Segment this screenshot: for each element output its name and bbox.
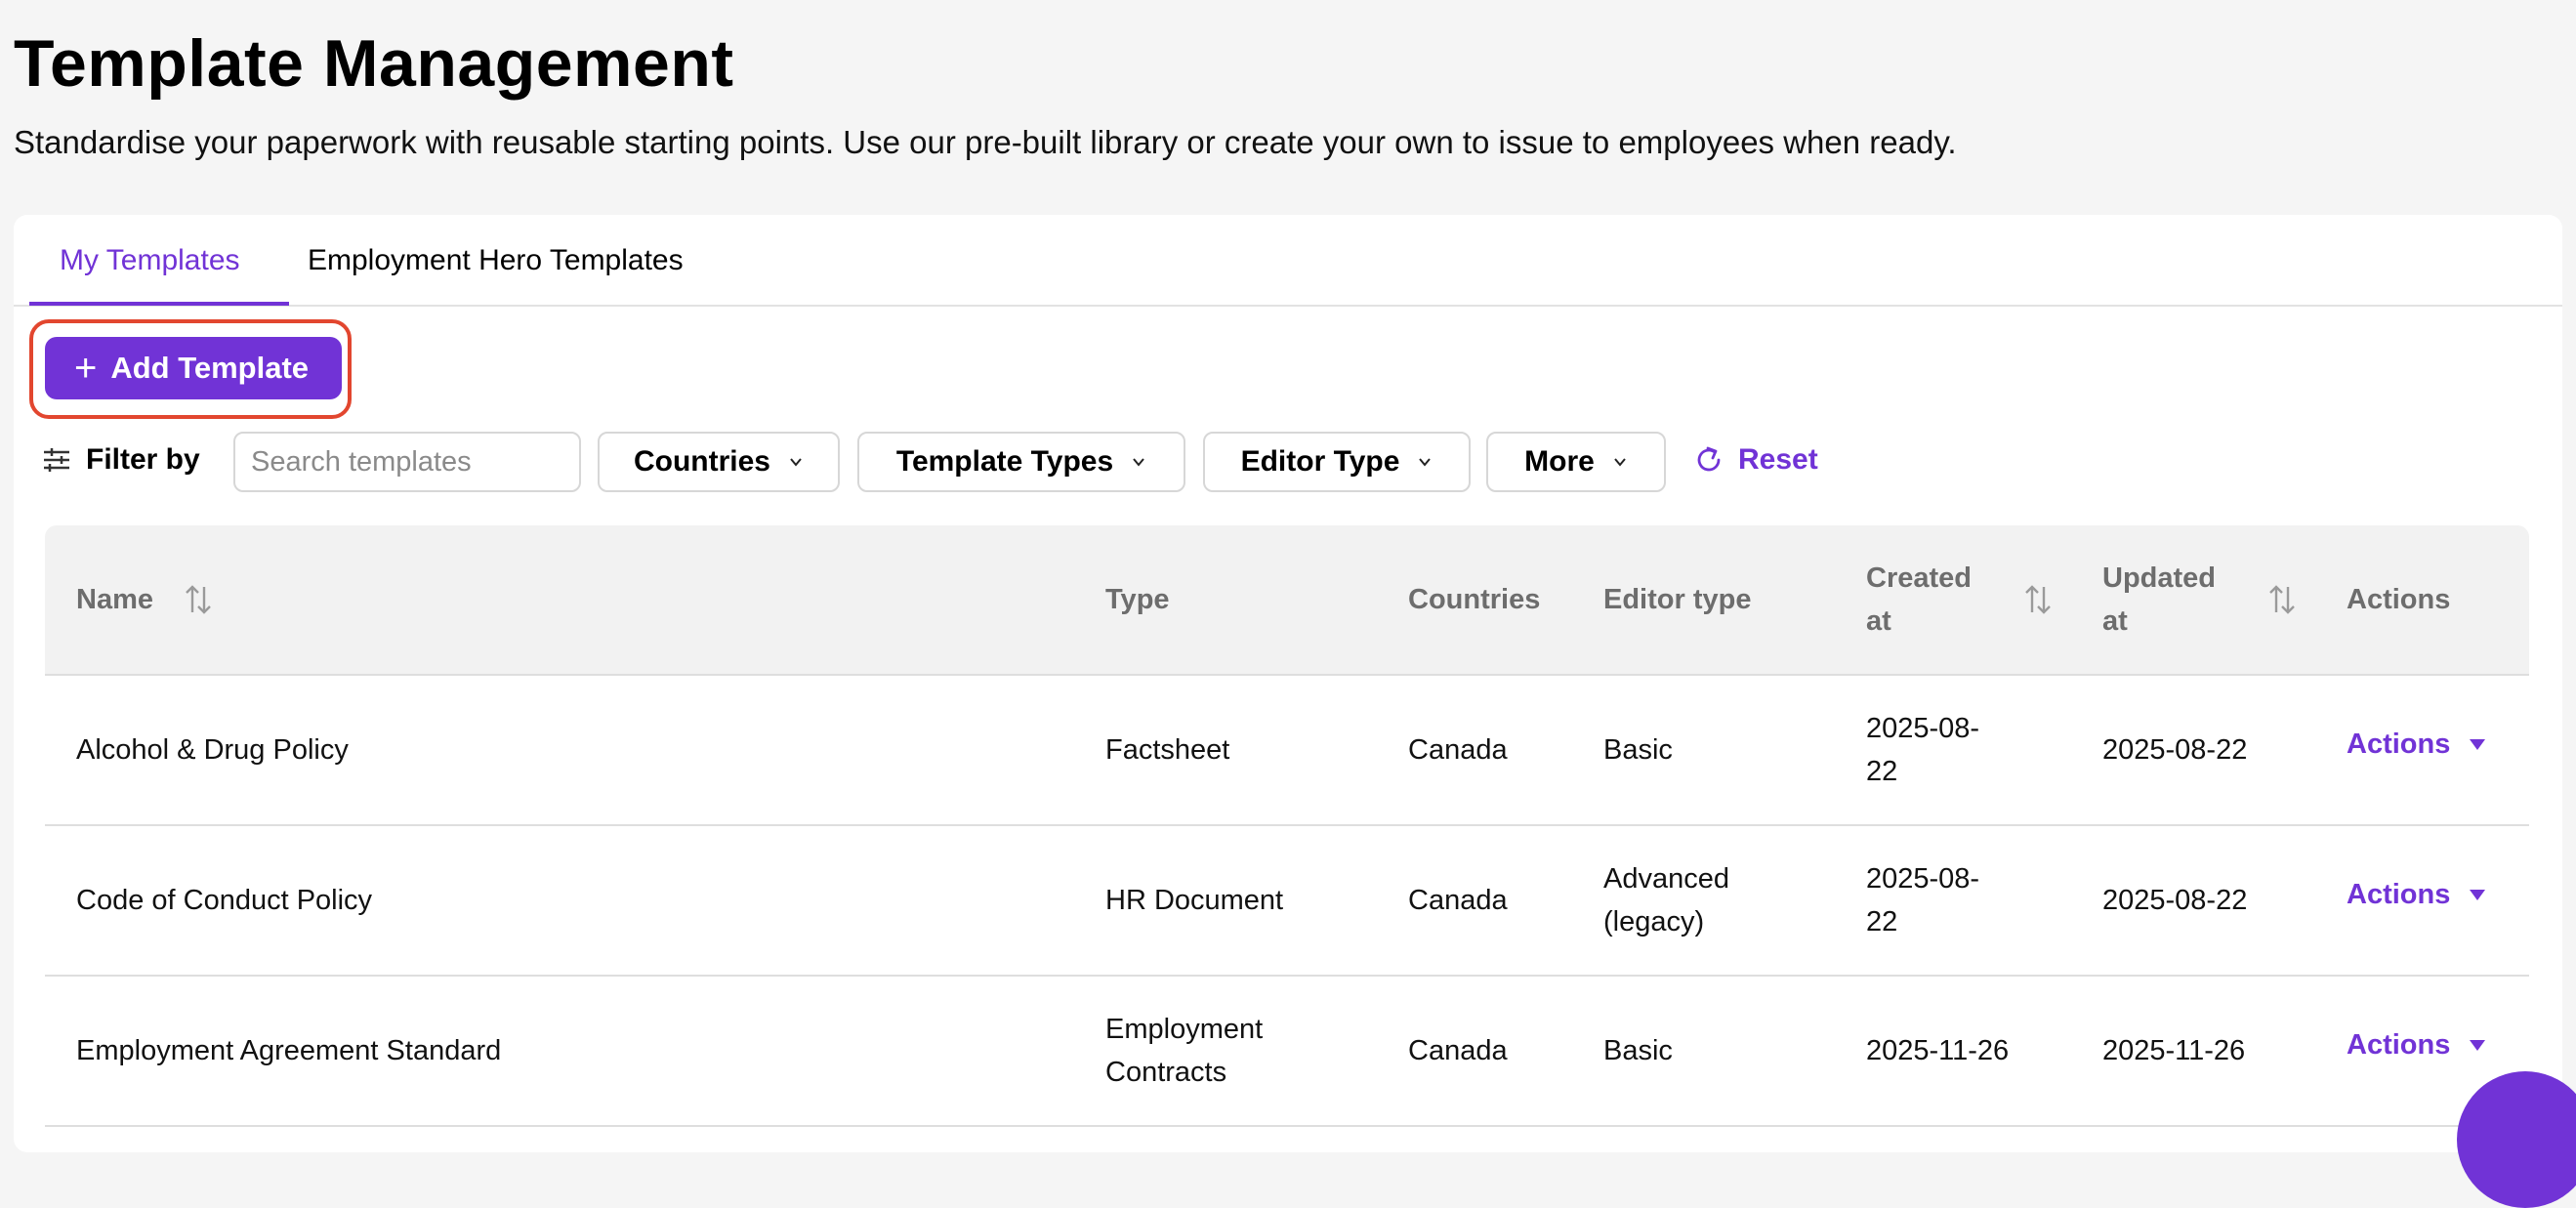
template-created-at: 2025-08- 22 <box>1866 857 1979 943</box>
template-country: Canada <box>1408 734 1508 766</box>
column-header-created-at[interactable]: Created at <box>1866 557 1972 643</box>
caret-down-icon <box>2470 739 2486 750</box>
table-row[interactable]: Alcohol & Drug Policy Factsheet Canada B… <box>45 676 2529 826</box>
created-at-part1: 2025-08- <box>1866 863 1980 895</box>
reset-label: Reset <box>1738 443 1818 476</box>
editor-type-dropdown[interactable]: Editor Type <box>1203 432 1471 492</box>
chevron-down-icon <box>790 458 802 467</box>
template-country: Canada <box>1408 885 1508 916</box>
active-tab-indicator <box>29 302 289 306</box>
created-at-part1: 2025-08- <box>1866 713 1980 744</box>
reset-filters-button[interactable]: Reset <box>1693 443 1818 477</box>
tab-my-templates[interactable]: My Templates <box>60 244 240 277</box>
template-created-at: 2025-08- 22 <box>1866 707 1979 793</box>
template-name[interactable]: Code of Conduct Policy <box>76 879 372 922</box>
plus-icon: + <box>74 347 98 390</box>
template-type: Factsheet <box>1105 734 1230 766</box>
search-templates-input[interactable] <box>233 432 581 492</box>
chevron-down-icon <box>1614 458 1626 467</box>
template-updated-at: 2025-11-26 <box>2102 1035 2246 1066</box>
countries-dropdown[interactable]: Countries <box>598 432 840 492</box>
actions-label: Actions <box>2347 729 2451 760</box>
updated-at-line1: Updated <box>2102 562 2216 594</box>
created-at-part2: 22 <box>1866 906 1898 937</box>
sort-icon[interactable] <box>2023 584 2053 615</box>
template-country: Canada <box>1408 1035 1508 1066</box>
editor-type-part1: Advanced <box>1603 863 1729 895</box>
column-header-countries: Countries <box>1408 584 1541 615</box>
templates-table: Name Type Countries Editor type Created … <box>45 525 2529 1127</box>
column-header-editor-type: Editor type <box>1603 584 1752 615</box>
templates-card: My Templates Employment Hero Templates +… <box>14 215 2562 1152</box>
caret-down-icon <box>2470 1040 2486 1051</box>
template-editor-type: Basic <box>1603 1035 1673 1066</box>
column-header-actions: Actions <box>2347 584 2451 615</box>
template-created-at: 2025-11-26 <box>1866 1035 2010 1066</box>
table-row[interactable]: Code of Conduct Policy HR Document Canad… <box>45 826 2529 977</box>
add-template-label: Add Template <box>110 351 310 385</box>
help-chat-button[interactable] <box>2457 1071 2576 1208</box>
type-part2: Contracts <box>1105 1057 1227 1088</box>
type-part1: Employment <box>1105 1014 1264 1045</box>
filter-sliders-icon <box>44 448 69 472</box>
actions-label: Actions <box>2347 1029 2451 1061</box>
table-row[interactable]: Employment Agreement Standard Employment… <box>45 977 2529 1127</box>
chevron-down-icon <box>1133 458 1144 467</box>
chevron-down-icon <box>1419 458 1432 467</box>
caret-down-icon <box>2470 890 2486 900</box>
add-template-button[interactable]: + Add Template <box>45 337 342 399</box>
refresh-icon <box>1697 446 1721 472</box>
countries-dropdown-label: Countries <box>633 445 770 478</box>
template-types-dropdown-label: Template Types <box>895 445 1114 478</box>
template-editor-type: Advanced (legacy) <box>1603 857 1729 943</box>
tab-bar: My Templates Employment Hero Templates <box>14 215 2562 307</box>
created-at-part2: 22 <box>1866 756 1898 787</box>
page-subtitle: Standardise your paperwork with reusable… <box>14 124 1957 160</box>
template-updated-at: 2025-08-22 <box>2102 885 2248 916</box>
table-header: Name Type Countries Editor type Created … <box>45 525 2529 676</box>
row-actions-dropdown[interactable]: Actions <box>2347 729 2486 761</box>
template-name[interactable]: Alcohol & Drug Policy <box>76 729 349 771</box>
row-actions-dropdown[interactable]: Actions <box>2347 879 2486 911</box>
created-at-line1: Created <box>1866 562 1972 594</box>
template-type: Employment Contracts <box>1105 1008 1263 1094</box>
filter-by-label: Filter by <box>43 443 229 477</box>
created-at-line2: at <box>1866 605 1891 637</box>
template-name[interactable]: Employment Agreement Standard <box>76 1029 501 1072</box>
template-types-dropdown[interactable]: Template Types <box>857 432 1185 492</box>
more-filters-dropdown[interactable]: More <box>1486 432 1666 492</box>
template-type: HR Document <box>1105 885 1284 916</box>
template-editor-type: Basic <box>1603 734 1673 766</box>
filter-by-text: Filter by <box>86 443 200 476</box>
tab-employment-hero-templates[interactable]: Employment Hero Templates <box>308 244 684 277</box>
sort-icon[interactable] <box>2267 584 2297 615</box>
actions-label: Actions <box>2347 879 2451 910</box>
editor-type-part2: (legacy) <box>1603 906 1705 937</box>
template-updated-at: 2025-08-22 <box>2102 734 2248 766</box>
column-header-type: Type <box>1105 584 1170 615</box>
sort-icon[interactable] <box>184 584 213 615</box>
updated-at-line2: at <box>2102 605 2128 637</box>
row-actions-dropdown[interactable]: Actions <box>2347 1029 2486 1062</box>
column-header-name[interactable]: Name <box>76 578 153 621</box>
more-dropdown-label: More <box>1524 445 1595 478</box>
page-title: Template Management <box>14 26 734 101</box>
editor-type-dropdown-label: Editor Type <box>1240 445 1400 478</box>
column-header-updated-at[interactable]: Updated at <box>2102 557 2216 643</box>
